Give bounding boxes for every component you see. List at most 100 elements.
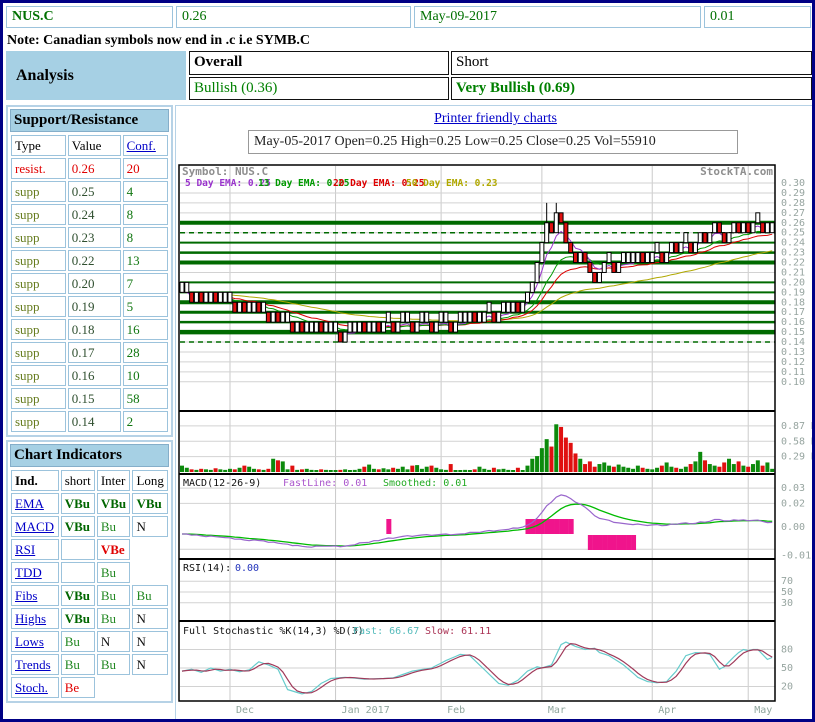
sr-row: supp0.1816	[11, 319, 168, 340]
sr-row: supp0.195	[11, 296, 168, 317]
indicator-macd-link[interactable]: MACD	[15, 519, 54, 534]
sr-col-conf-link[interactable]: Conf.	[127, 138, 156, 153]
svg-text:-0.01: -0.01	[781, 550, 811, 561]
chart-indicators-table: Ind.shortInterLongEMAVBuVBuVBuMACDVBuBuN…	[9, 468, 170, 700]
svg-text:Apr: Apr	[658, 705, 676, 716]
svg-text:Smoothed: 0.01: Smoothed: 0.01	[383, 478, 467, 489]
indicator-row: LowsBuNN	[11, 631, 168, 652]
sr-row: supp0.238	[11, 227, 168, 248]
sr-value: 0.26	[68, 158, 121, 179]
support-resistance-section: Support/Resistance TypeValueConf.resist.…	[6, 105, 173, 437]
analysis-table: Analysis Overall Short Bullish (0.36) Ve…	[6, 51, 812, 100]
indicator-row: FibsVBuBuBu	[11, 585, 168, 606]
indicator-stoch-link[interactable]: Stoch.	[15, 680, 48, 695]
date-cell: May-09-2017	[414, 6, 701, 28]
indicator-row: EMAVBuVBuVBu	[11, 493, 168, 514]
sr-row: supp0.207	[11, 273, 168, 294]
sr-conf: 8	[123, 227, 168, 248]
ohlc-input[interactable]	[248, 130, 738, 154]
indicator-signal-2: N	[132, 654, 168, 675]
indicator-signal-0: VBu	[61, 608, 95, 629]
svg-text:Slow: 61.11: Slow: 61.11	[425, 626, 491, 637]
sr-type: supp	[11, 273, 66, 294]
sr-type: supp	[11, 181, 66, 202]
indicator-rsi-link[interactable]: RSI	[15, 542, 35, 557]
sr-row: supp0.248	[11, 204, 168, 225]
sr-type: supp	[11, 388, 66, 409]
sr-row: supp0.1610	[11, 365, 168, 386]
svg-text:May: May	[754, 705, 772, 716]
indicator-ema: EMA	[11, 493, 59, 514]
sr-col-value: Value	[68, 135, 121, 156]
sr-conf: 28	[123, 342, 168, 363]
analysis-short-header: Short	[451, 51, 812, 75]
indicator-signal-2: N	[132, 516, 168, 537]
sr-type: supp	[11, 365, 66, 386]
sr-value: 0.23	[68, 227, 121, 248]
sr-type: supp	[11, 296, 66, 317]
sr-row: supp0.142	[11, 411, 168, 432]
sr-value: 0.14	[68, 411, 121, 432]
indicator-trends-link[interactable]: Trends	[15, 657, 51, 672]
printer-friendly-link[interactable]: Printer friendly charts	[176, 111, 815, 127]
svg-text:50: 50	[781, 663, 793, 674]
ind-col-name: Ind.	[11, 470, 59, 491]
ind-col-inter: Inter	[97, 470, 131, 491]
indicator-signal-2: VBu	[132, 493, 168, 514]
svg-text:Jan 2017: Jan 2017	[342, 705, 390, 716]
quote-bar: NUS.C 0.26 May-09-2017 0.01	[6, 6, 811, 28]
svg-text:50 Day EMA: 0.23: 50 Day EMA: 0.23	[406, 178, 498, 189]
indicator-row: HighsVBuBuN	[11, 608, 168, 629]
sr-conf: 16	[123, 319, 168, 340]
sr-type: supp	[11, 342, 66, 363]
sr-value: 0.20	[68, 273, 121, 294]
indicator-fibs-link[interactable]: Fibs	[15, 588, 37, 603]
indicator-row: TrendsBuBuN	[11, 654, 168, 675]
indicator-signal-0: VBu	[61, 585, 95, 606]
sr-type: supp	[11, 411, 66, 432]
sr-conf: 58	[123, 388, 168, 409]
sr-value: 0.17	[68, 342, 121, 363]
indicator-signal-1: Bu	[97, 608, 131, 629]
analysis-label: Analysis	[6, 51, 186, 100]
svg-text:80: 80	[781, 644, 793, 655]
change-cell: 0.01	[704, 6, 811, 28]
svg-text:Mar: Mar	[548, 705, 566, 716]
sidebar: Support/Resistance TypeValueConf.resist.…	[6, 105, 173, 706]
support-resistance-table: TypeValueConf.resist.0.2620supp0.254supp…	[9, 133, 170, 434]
indicator-ema-link[interactable]: EMA	[15, 496, 44, 511]
indicator-signal-0: VBu	[61, 516, 95, 537]
indicator-signal-2: Bu	[132, 585, 168, 606]
sr-conf: 8	[123, 204, 168, 225]
indicator-signal-0: Bu	[61, 654, 95, 675]
sr-conf: 10	[123, 365, 168, 386]
indicator-signal-0: VBu	[61, 493, 95, 514]
canadian-symbols-note: Note: Canadian symbols now end in .c i.e…	[7, 33, 310, 49]
sr-col-conf: Conf.	[123, 135, 168, 156]
sr-type: supp	[11, 319, 66, 340]
sr-value: 0.25	[68, 181, 121, 202]
sr-row: supp0.254	[11, 181, 168, 202]
svg-text:Fast: 66.67: Fast: 66.67	[353, 626, 419, 637]
indicator-highs-link[interactable]: Highs	[15, 611, 46, 626]
analysis-overall-header: Overall	[189, 51, 449, 75]
indicator-tdd-link[interactable]: TDD	[15, 565, 42, 580]
svg-text:50: 50	[781, 587, 793, 598]
support-resistance-header: Support/Resistance	[10, 109, 169, 132]
indicator-macd: MACD	[11, 516, 59, 537]
svg-text:20: 20	[781, 682, 793, 693]
stockta-page: NUS.C 0.26 May-09-2017 0.01 Note: Canadi…	[0, 0, 815, 722]
sr-value: 0.19	[68, 296, 121, 317]
sr-conf: 7	[123, 273, 168, 294]
svg-text:Feb: Feb	[447, 705, 465, 716]
indicator-signal-1: VBu	[97, 493, 131, 514]
chart-indicators-header: Chart Indicators	[10, 444, 169, 467]
indicator-stoch: Stoch.	[11, 677, 59, 698]
sr-header-row: TypeValueConf.	[11, 135, 168, 156]
indicator-lows-link[interactable]: Lows	[15, 634, 44, 649]
sr-row: resist.0.2620	[11, 158, 168, 179]
sr-value: 0.18	[68, 319, 121, 340]
indicator-signal-0	[61, 539, 95, 560]
svg-text:0.29 M: 0.29 M	[781, 452, 815, 463]
svg-text:RSI(14):: RSI(14):	[183, 563, 231, 574]
